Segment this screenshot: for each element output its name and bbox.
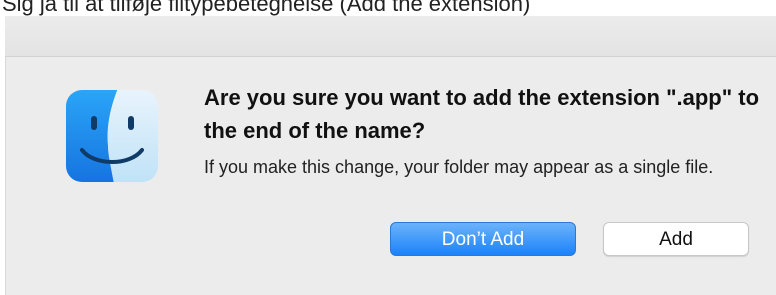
window-titlebar [5,16,776,57]
page: Sig ja til at tilføje filtypebetegnelse … [0,0,776,295]
dialog-message: If you make this change, your folder may… [204,157,714,177]
finder-icon [66,90,158,182]
alert-dialog: Are you sure you want to add the extensi… [5,57,776,295]
add-button[interactable]: Add [603,222,749,256]
dialog-title: Are you sure you want to add the extensi… [204,85,760,143]
dont-add-button[interactable]: Don’t Add [390,222,576,256]
